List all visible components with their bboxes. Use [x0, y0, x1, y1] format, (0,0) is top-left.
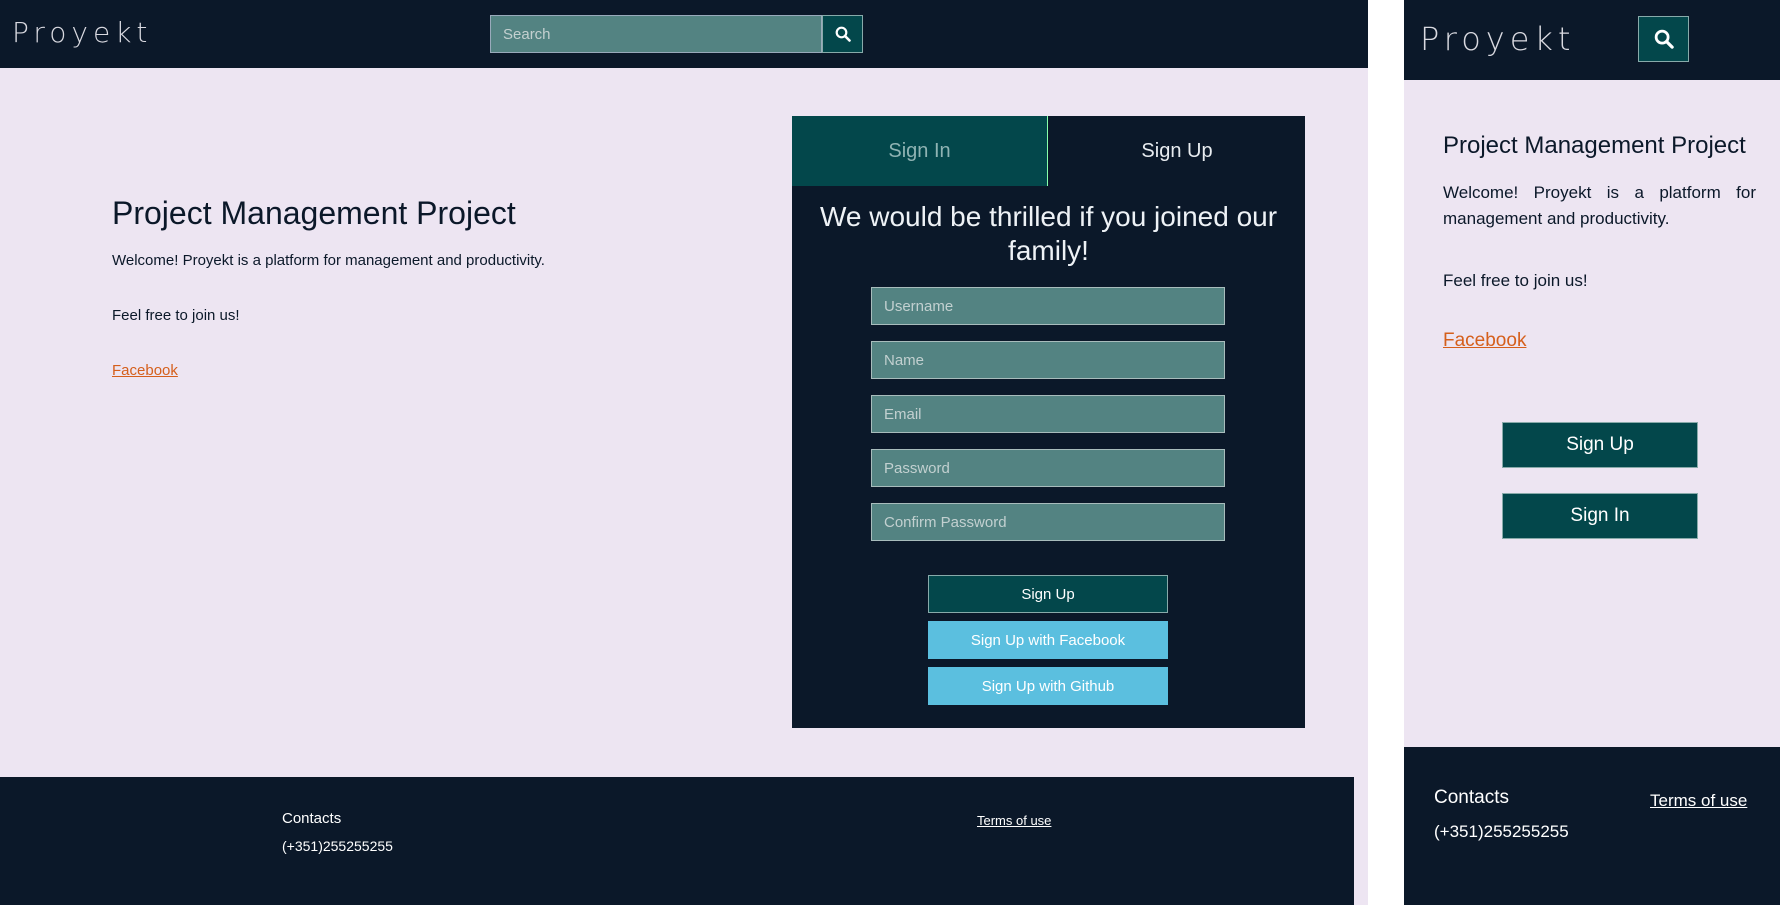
mobile-facebook-link[interactable]: Facebook [1443, 330, 1526, 351]
mobile-terms-of-use-link[interactable]: Terms of use [1650, 791, 1747, 811]
intro-section: Project Management Project Welcome! Proy… [112, 195, 545, 380]
tab-sign-up[interactable]: Sign Up [1049, 116, 1305, 186]
mobile-signin-button[interactable]: Sign In [1502, 493, 1698, 539]
contacts-phone: (+351)255255255 [282, 838, 393, 854]
mobile-intro-section: Project Management Project Welcome! Proy… [1443, 132, 1756, 352]
signup-submit-button[interactable]: Sign Up [928, 575, 1168, 613]
facebook-link[interactable]: Facebook [112, 362, 178, 379]
search-icon [1654, 29, 1674, 49]
mobile-invite-text: Feel free to join us! [1443, 271, 1588, 290]
search-input[interactable] [490, 15, 822, 53]
signup-github-button[interactable]: Sign Up with Github [928, 667, 1168, 705]
signup-facebook-button[interactable]: Sign Up with Facebook [928, 621, 1168, 659]
mobile-search-button[interactable] [1638, 16, 1689, 62]
mobile-signup-button[interactable]: Sign Up [1502, 422, 1698, 468]
mobile-view: Proyekt Project Management Project Welco… [1404, 0, 1780, 905]
tab-sign-in[interactable]: Sign In [792, 116, 1048, 186]
mobile-contacts-phone: (+351)255255255 [1434, 822, 1569, 841]
brand-logo[interactable]: Proyekt [12, 16, 152, 49]
invite-text: Feel free to join us! [112, 307, 240, 324]
auth-panel: Sign In Sign Up We would be thrilled if … [792, 116, 1305, 728]
footer: Contacts (+351)255255255 Terms of use [0, 777, 1354, 905]
page-title: Project Management Project [112, 195, 516, 231]
contacts-title: Contacts [282, 810, 342, 827]
welcome-text: Welcome! Proyekt is a platform for manag… [112, 252, 545, 269]
confirm-password-field[interactable] [871, 503, 1225, 541]
desktop-view: Proyekt Project Management Project Welco… [0, 0, 1368, 905]
email-field[interactable] [871, 395, 1225, 433]
search-button[interactable] [822, 15, 863, 53]
mobile-welcome-text: Welcome! Proyekt is a platform for manag… [1443, 183, 1756, 228]
username-field[interactable] [871, 287, 1225, 325]
auth-tabs: Sign In Sign Up [792, 116, 1305, 186]
mobile-footer: Contacts (+351)255255255 Terms of use [1404, 747, 1780, 905]
name-field[interactable] [871, 341, 1225, 379]
mobile-contacts-title: Contacts [1434, 787, 1509, 808]
mobile-page-title: Project Management Project [1443, 132, 1746, 159]
search-icon [835, 26, 851, 42]
mobile-navbar: Proyekt [1404, 0, 1780, 80]
signup-heading: We would be thrilled if you joined our f… [819, 201, 1278, 266]
password-field[interactable] [871, 449, 1225, 487]
mobile-brand-logo[interactable]: Proyekt [1420, 20, 1575, 58]
terms-of-use-link[interactable]: Terms of use [977, 813, 1051, 828]
top-navbar: Proyekt [0, 0, 1368, 68]
